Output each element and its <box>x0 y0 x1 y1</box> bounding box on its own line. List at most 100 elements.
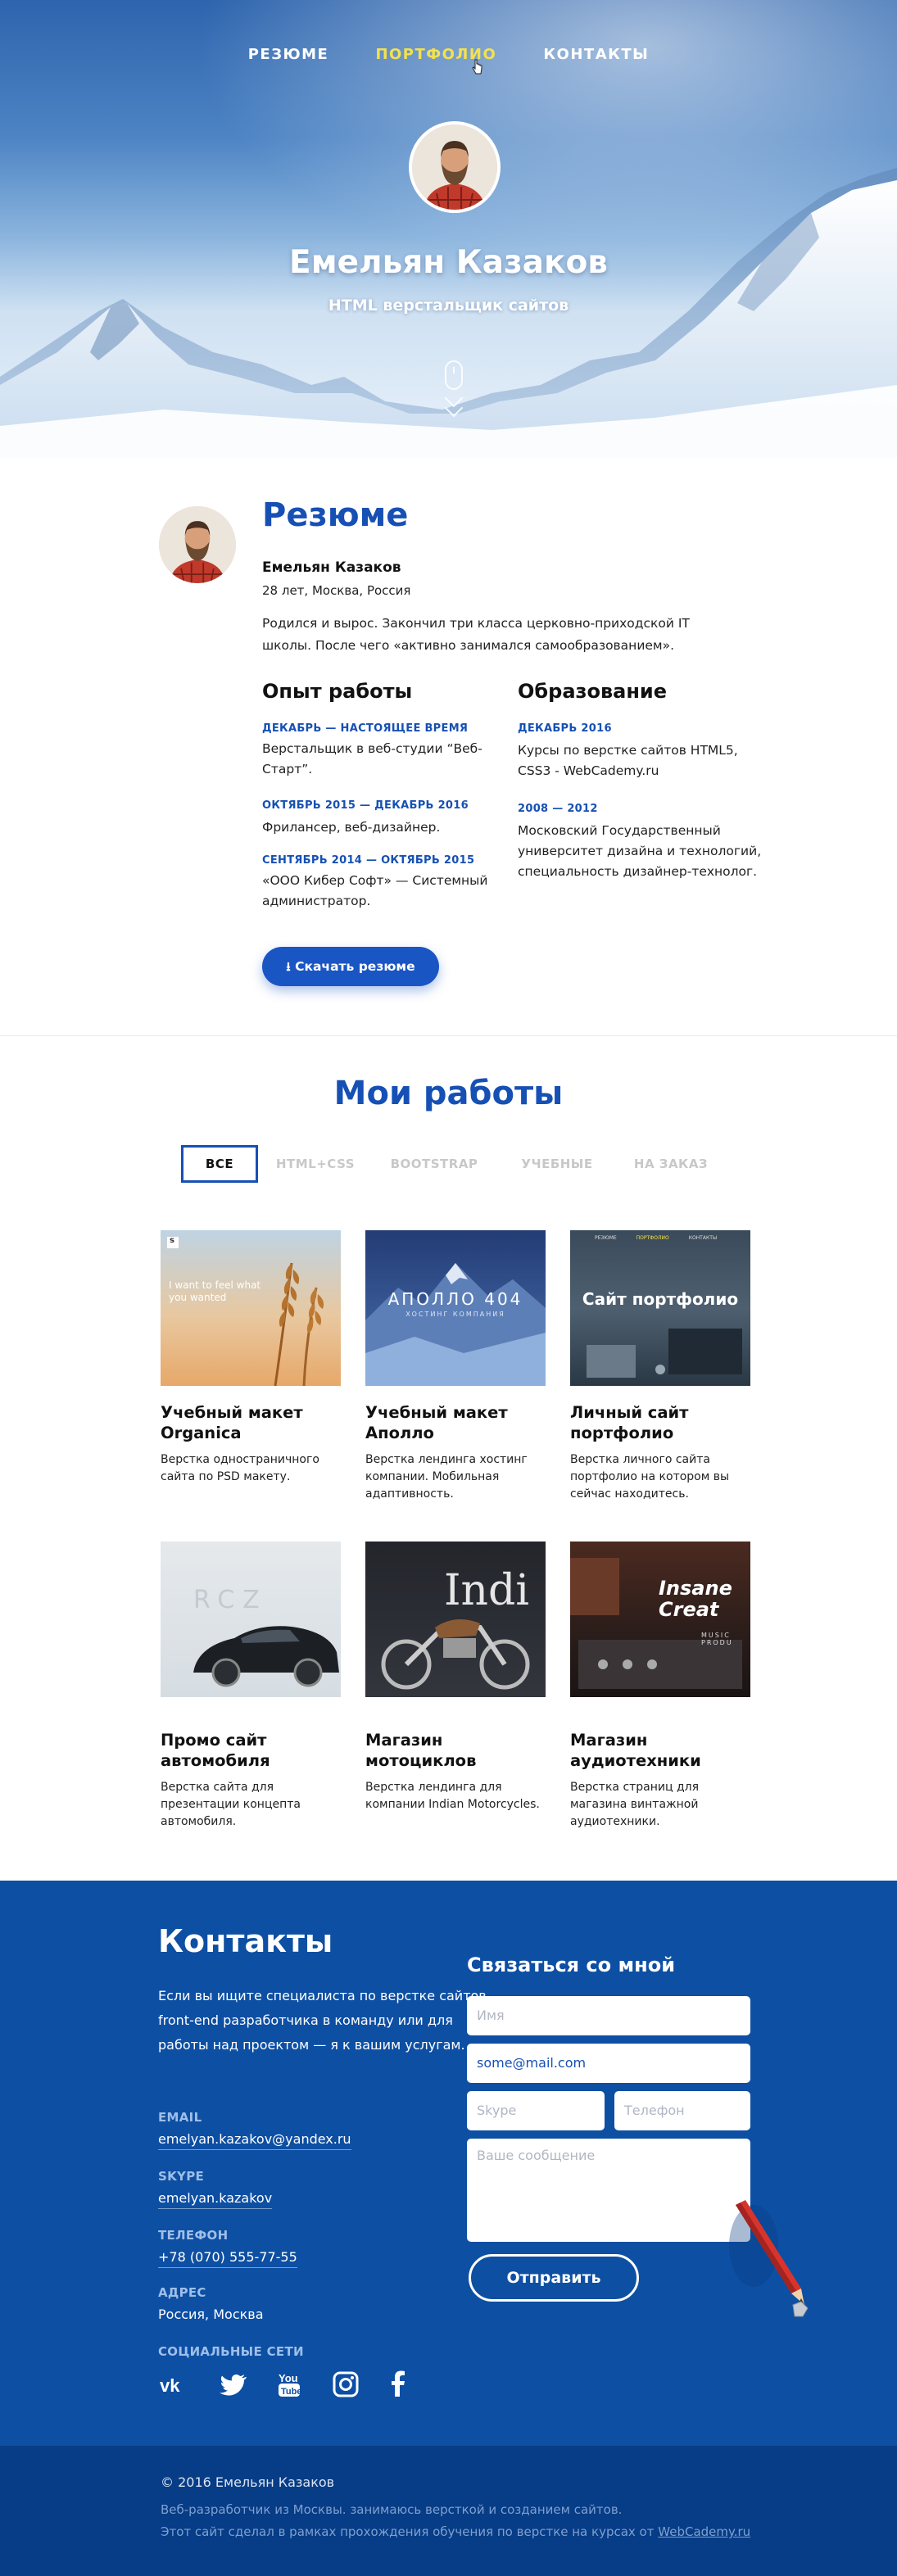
contacts-intro: Если вы ищите специалиста по верстке сай… <box>158 1988 491 2053</box>
email-link[interactable]: emelyan.kazakov@yandex.ru <box>158 2131 351 2150</box>
job-text: «ООО Кибер Софт» — Системный администрат… <box>262 873 488 908</box>
footer-line-2: Этот сайт сделал в рамках прохождения об… <box>161 2524 750 2539</box>
card-title[interactable]: Магазин аудиотехники <box>570 1730 754 1771</box>
card-image-nav-item: ПОРТФОЛИО <box>636 1235 669 1241</box>
phone-label: ТЕЛЕФОН <box>158 2228 229 2243</box>
card-title[interactable]: Личный сайт портфолио <box>570 1402 754 1443</box>
job-text: Верстальщик в веб-студии “Веб-Старт”. <box>262 741 482 776</box>
address-label: АДРЕС <box>158 2285 206 2300</box>
avatar-portrait-image <box>412 124 497 210</box>
portfolio-card-image[interactable]: РЕЗЮМЕ ПОРТФОЛИО КОНТАКТЫ Сайт портфолио <box>570 1230 750 1386</box>
card-title[interactable]: Учебный макет Organica <box>161 1402 345 1443</box>
filter-order[interactable]: НА ЗАКАЗ <box>624 1145 718 1183</box>
phone-input[interactable]: Телефон <box>614 2091 750 2130</box>
card-description: Верстка страниц для магазина винтажной а… <box>570 1781 700 1828</box>
send-button[interactable]: Отправить <box>469 2254 639 2302</box>
resume-title: Резюме <box>262 496 409 534</box>
experience-title: Опыт работы <box>262 680 413 703</box>
email-label: EMAIL <box>158 2110 202 2125</box>
card-description: Верстка сайта для презентации концепта а… <box>161 1781 301 1828</box>
card-image-text: Сайт портфолио <box>582 1289 739 1309</box>
card-image-text: RCZ <box>193 1586 268 1614</box>
job-date: СЕНТЯБРЬ 2014 — ОКТЯБРЬ 2015 <box>262 854 475 867</box>
skype-label: SKYPE <box>158 2169 205 2184</box>
pencil-icon <box>729 2200 809 2317</box>
card-image-nav-item: КОНТАКТЫ <box>688 1235 718 1241</box>
footer-copyright: © 2016 Емельян Казаков <box>161 2474 335 2490</box>
phone-link[interactable]: +78 (070) 555-77-55 <box>158 2249 297 2268</box>
filter-bootstrap[interactable]: BOOTSTRAP <box>385 1145 483 1183</box>
card-image-nav-item: РЕЗЮМЕ <box>595 1235 617 1241</box>
hero-section: РЕЗЮМЕ ПОРТФОЛИО КОНТАКТЫ Емельян Казако… <box>0 0 897 459</box>
resume-bio: Родился и вырос. Закончил три класса цер… <box>262 616 690 653</box>
section-divider <box>0 1035 897 1036</box>
portfolio-card-image[interactable]: s I want to feel what you wanted <box>161 1230 341 1386</box>
top-navigation: РЕЗЮМЕ ПОРТФОЛИО КОНТАКТЫ <box>0 46 897 63</box>
works-title: Мои работы <box>333 1075 564 1112</box>
name-input[interactable]: Имя <box>467 1996 750 2035</box>
svg-text:vk: vk <box>160 2375 180 2396</box>
skype-link[interactable]: emelyan.kazakov <box>158 2190 273 2209</box>
job-date: ОКТЯБРЬ 2015 — ДЕКАБРЬ 2016 <box>262 799 469 812</box>
nav-item-resume[interactable]: РЕЗЮМЕ <box>248 46 329 63</box>
card-title[interactable]: Учебный макет Аполло <box>365 1402 550 1443</box>
hero-name: Емельян Казаков <box>289 244 608 281</box>
card-image-text: I want to feel what you wanted <box>169 1279 261 1303</box>
scroll-down-mouse-icon[interactable] <box>445 360 463 390</box>
twitter-icon[interactable] <box>218 2369 251 2400</box>
message-textarea[interactable]: Ваше сообщение <box>467 2139 750 2242</box>
car-image <box>193 1626 339 1687</box>
filter-html-css[interactable]: HTML+CSS <box>270 1145 360 1183</box>
mountain-background <box>0 0 897 459</box>
webcademy-link[interactable]: WebCademy.ru <box>658 2524 750 2539</box>
card-description: Верстка одностраничного сайта по PSD мак… <box>161 1453 319 1483</box>
card-image-subtext: MUSIC PRODU <box>701 1632 733 1646</box>
skype-input[interactable]: Skype <box>467 2091 605 2130</box>
card-title[interactable]: Промо сайт автомобиля <box>161 1730 345 1771</box>
youtube-icon[interactable]: You Tube <box>274 2369 306 2400</box>
filter-study[interactable]: УЧЕБНЫЕ <box>508 1145 606 1183</box>
download-icon: ⭳ <box>286 959 291 974</box>
footer-line-2-text: Этот сайт сделал в рамках прохождения об… <box>161 2524 655 2539</box>
nav-item-contacts[interactable]: КОНТАКТЫ <box>543 46 649 63</box>
download-resume-label: Скачать резюме <box>295 959 415 974</box>
email-input[interactable]: some@mail.com <box>467 2044 750 2083</box>
card-image-subtext: ХОСТИНГ КОМПАНИЯ <box>405 1311 505 1318</box>
portfolio-card-image[interactable]: Indi <box>365 1542 546 1697</box>
svg-text:You: You <box>279 2372 298 2384</box>
education-text: Московский Государственный университет д… <box>518 823 762 879</box>
instagram-icon[interactable] <box>329 2369 362 2400</box>
vk-icon[interactable]: vk <box>158 2369 191 2400</box>
education-date: 2008 — 2012 <box>518 803 598 815</box>
education-text: Курсы по верстке сайтов HTML5, CSS3 - We… <box>518 743 738 778</box>
address-value: Россия, Москва <box>158 2307 264 2322</box>
contacts-section <box>0 1881 897 2446</box>
card-image-text: Insane Creat <box>659 1577 732 1621</box>
hero-avatar <box>409 121 501 213</box>
education-date: ДЕКАБРЬ 2016 <box>518 722 612 735</box>
card-title[interactable]: Магазин мотоциклов <box>365 1730 550 1771</box>
card-image-logo: s <box>170 1236 174 1245</box>
download-resume-button[interactable]: ⭳ Скачать резюме <box>262 947 439 986</box>
motorcycle-image <box>381 1619 530 1690</box>
job-date: ДЕКАБРЬ — НАСТОЯЩЕЕ ВРЕМЯ <box>262 722 469 735</box>
portfolio-card-image[interactable]: Insane Creat MUSIC PRODU <box>570 1542 750 1697</box>
job-text: Фрилансер, веб-дизайнер. <box>262 820 441 835</box>
avatar-portrait-image <box>159 506 236 583</box>
portfolio-card-image[interactable]: RCZ <box>161 1542 341 1697</box>
resume-name: Емельян Казаков <box>262 559 401 576</box>
portfolio-card-image[interactable]: АПОЛЛО 404 ХОСТИНГ КОМПАНИЯ <box>365 1230 546 1386</box>
card-description: Верстка лендинга для компании Indian Mot… <box>365 1781 540 1811</box>
pointer-cursor-icon <box>472 59 482 75</box>
contact-form-title: Связаться со мной <box>467 1954 676 1976</box>
card-image-nav: РЕЗЮМЕ ПОРТФОЛИО КОНТАКТЫ <box>595 1235 717 1241</box>
svg-text:Tube: Tube <box>281 2387 301 2397</box>
footer-line-1: Веб-разработчик из Москвы. занимаюсь вер… <box>161 2502 623 2517</box>
card-image-text: Indi <box>444 1566 529 1615</box>
resume-avatar <box>159 506 236 583</box>
wheat-image <box>167 1237 324 1386</box>
facebook-icon[interactable] <box>382 2369 415 2400</box>
social-label: СОЦИАЛЬНЫЕ СЕТИ <box>158 2344 304 2359</box>
card-image-text: АПОЛЛО 404 <box>387 1289 523 1309</box>
filter-all[interactable]: ВСЕ <box>181 1145 258 1183</box>
